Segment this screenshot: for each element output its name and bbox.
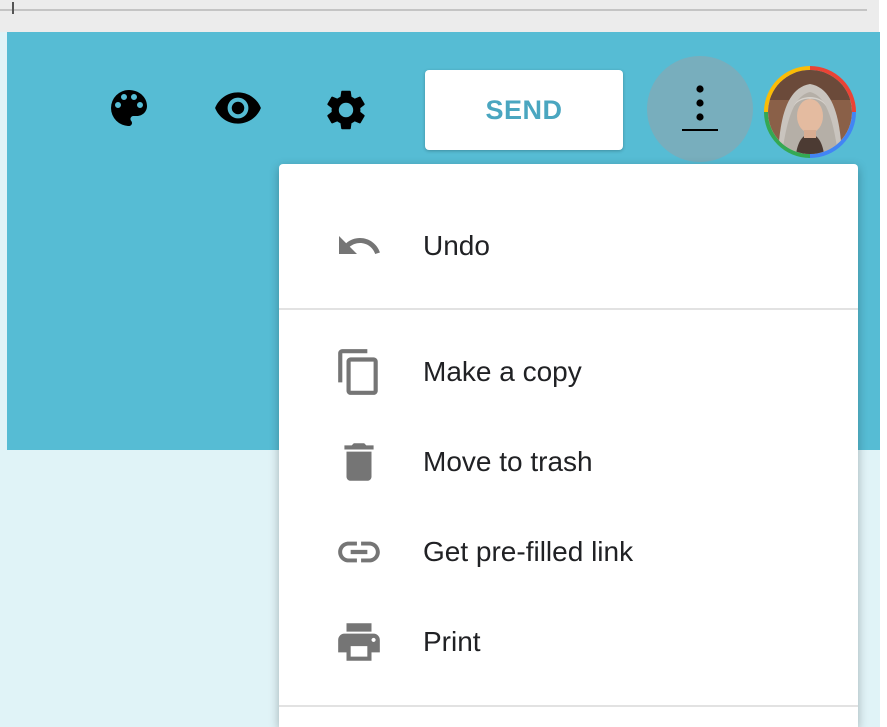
menu-item-undo[interactable]: Undo [279,201,858,291]
top-edge-line [0,9,867,11]
menu-item-label: Move to trash [423,446,593,477]
settings-button[interactable] [322,86,370,134]
menu-item-make-a-copy[interactable]: Make a copy [279,327,858,417]
menu-item-move-to-trash[interactable]: Move to trash [279,417,858,507]
send-button[interactable]: SEND [425,70,623,150]
eye-icon [213,83,263,133]
avatar-portrait [768,70,852,154]
menu-item-label: Get pre-filled link [423,536,634,567]
more-options-menu: Undo Make a copy Move to trash Get pre-f… [279,164,858,727]
customize-theme-button[interactable] [105,84,153,132]
more-vert-icon [680,79,720,140]
menu-item-label: Make a copy [423,356,582,387]
menu-divider [279,705,858,707]
copy-icon [331,344,387,400]
right-gutter [880,0,887,727]
menu-item-get-pre-filled-link[interactable]: Get pre-filled link [279,507,858,597]
preview-button[interactable] [214,84,262,132]
avatar [768,70,852,154]
palette-icon [105,84,153,132]
menu-item-label: Print [423,626,481,657]
print-icon [331,614,387,670]
menu-item-label: Undo [423,230,490,261]
more-options-button[interactable] [647,56,753,162]
menu-divider [279,308,858,310]
menu-item-print[interactable]: Print [279,597,858,687]
top-edge-tick [12,2,14,14]
undo-icon [331,218,387,274]
link-icon [331,524,387,580]
account-avatar-button[interactable] [764,66,856,158]
trash-icon [331,434,387,490]
gear-icon [322,86,370,134]
browser-top-strip [0,0,887,32]
